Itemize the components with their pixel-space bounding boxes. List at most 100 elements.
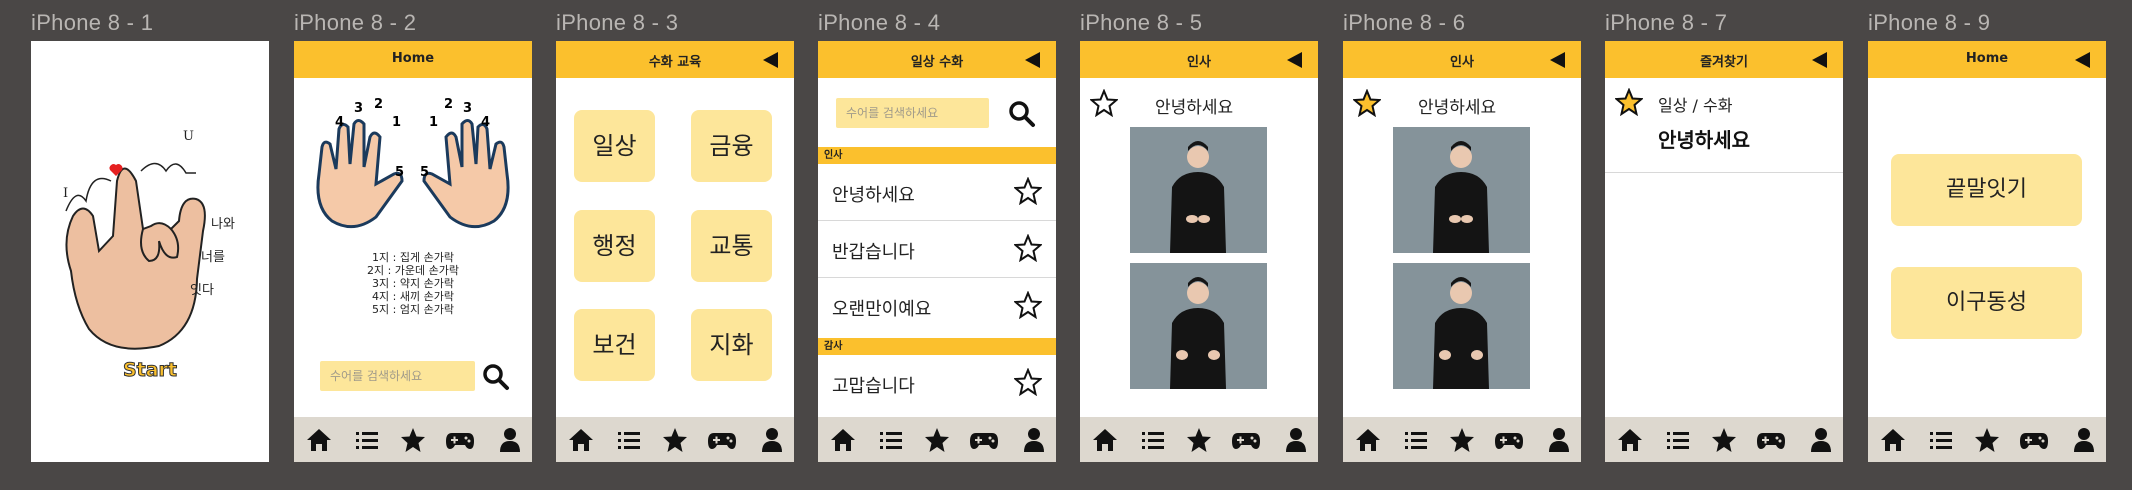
tagline-3: 잇다 [190,283,214,298]
letter-i: I [63,186,69,201]
bottom-nav [294,417,532,462]
bottom-nav [1343,417,1581,462]
home-icon[interactable] [1880,427,1906,453]
home-icon[interactable] [568,427,594,453]
bottom-nav [1080,417,1318,462]
list-item-label: 반갑습니다 [832,242,915,263]
star-outline-icon[interactable] [1014,234,1042,262]
favorite-item[interactable]: 일상 / 수화 안녕하세요 [1605,78,1843,173]
letter-u: U [183,129,194,144]
star-filled-icon[interactable] [1615,88,1643,116]
list-icon[interactable] [1928,427,1954,453]
list-icon[interactable] [1403,427,1429,453]
signer-figure [1433,277,1489,389]
favorite-category: 일상 / 수화 [1658,96,1733,115]
list-icon[interactable] [878,427,904,453]
frame-label: iPhone 8 - 2 [294,10,417,35]
back-arrow-icon[interactable] [1287,52,1302,68]
user-icon[interactable] [761,427,783,453]
home-icon[interactable] [830,427,856,453]
sign-video-frame[interactable] [1393,263,1530,389]
star-outline-icon[interactable] [1014,291,1042,319]
list-icon[interactable] [1140,427,1166,453]
list-item[interactable]: 반갑습니다 [818,221,1056,278]
signer-figure [1170,141,1226,253]
back-arrow-icon[interactable] [763,52,778,68]
star-filled-icon[interactable] [1353,89,1381,117]
search-icon[interactable] [482,363,510,391]
search-input[interactable]: 수어를 검색하세요 [320,361,475,391]
favorites-screen: 즐겨찾기 일상 / 수화 안녕하세요 [1605,41,1843,462]
list-item[interactable]: 고맙습니다 [818,355,1056,411]
gamepad-icon[interactable] [1231,427,1261,453]
list-icon[interactable] [354,427,380,453]
category-tile[interactable]: 금융 [691,110,772,182]
frame-label: iPhone 8 - 7 [1605,10,1728,35]
category-tile[interactable]: 교통 [691,210,772,282]
category-tile[interactable]: 지화 [691,309,772,381]
legend-line: 5지 : 엄지 손가락 [372,303,454,316]
list-icon[interactable] [616,427,642,453]
back-arrow-icon[interactable] [1025,52,1040,68]
back-arrow-icon[interactable] [1812,52,1827,68]
gamepad-icon[interactable] [1494,427,1524,453]
star-icon[interactable] [1711,427,1737,453]
star-icon[interactable] [1186,427,1212,453]
back-arrow-icon[interactable] [1550,52,1565,68]
star-icon[interactable] [662,427,688,453]
header: 수화 교육 [556,41,794,78]
search-input[interactable]: 수어를 검색하세요 [836,98,989,128]
category-tile[interactable]: 일상 [574,110,655,182]
star-outline-icon[interactable] [1090,89,1118,117]
legend-line: 4지 : 새끼 손가락 [372,290,454,303]
home-icon[interactable] [1617,427,1643,453]
search-icon[interactable] [1008,100,1036,128]
start-button[interactable]: Start [31,359,269,382]
gamepad-icon[interactable] [1756,427,1786,453]
bottom-nav [1868,417,2106,462]
home-icon[interactable] [1092,427,1118,453]
star-icon[interactable] [400,427,426,453]
sign-video-frame[interactable] [1130,127,1267,253]
star-icon[interactable] [1974,427,2000,453]
word-title: 안녕하세요 [1155,98,1234,118]
finger-legend: 1지 : 집게 손가락 2지 : 가운데 손가락 3지 : 약지 손가락 4지 … [294,251,532,316]
finger-number: 3 [354,101,364,116]
user-icon[interactable] [2073,427,2095,453]
list-item-label: 고맙습니다 [832,376,915,397]
user-icon[interactable] [499,427,521,453]
star-icon[interactable] [924,427,950,453]
home-icon[interactable] [1355,427,1381,453]
sign-video-frame[interactable] [1393,127,1530,253]
category-tile[interactable]: 행정 [574,210,655,282]
gamepad-icon[interactable] [707,427,737,453]
gamepad-icon[interactable] [445,427,475,453]
star-icon[interactable] [1449,427,1475,453]
legend-line: 1지 : 집게 손가락 [372,251,454,264]
home-icon[interactable] [306,427,332,453]
sign-video-frame[interactable] [1130,263,1267,389]
user-icon[interactable] [1810,427,1832,453]
unison-game-button[interactable]: 이구동성 [1891,267,2082,339]
category-tile[interactable]: 보건 [574,309,655,381]
section-header: 인사 [818,147,1056,164]
star-outline-icon[interactable] [1014,368,1042,396]
list-item[interactable]: 안녕하세요 [818,164,1056,221]
frame-label: iPhone 8 - 9 [1868,10,1991,35]
gamepad-icon[interactable] [2019,427,2049,453]
list-item[interactable]: 오랜만이예요 [818,278,1056,334]
back-arrow-icon[interactable] [2075,52,2090,68]
page-title: Home [1965,51,2009,66]
star-outline-icon[interactable] [1014,177,1042,205]
ily-hand-illustration [65,162,206,350]
word-chain-button[interactable]: 끝말잇기 [1891,154,2082,226]
finger-number: 4 [335,115,345,130]
bottom-nav [556,417,794,462]
user-icon[interactable] [1023,427,1045,453]
gamepad-icon[interactable] [969,427,999,453]
sign-detail-screen-favorited: 인사 안녕하세요 [1343,41,1581,462]
user-icon[interactable] [1548,427,1570,453]
user-icon[interactable] [1285,427,1307,453]
list-icon[interactable] [1665,427,1691,453]
tagline-2: 너를 [201,250,225,265]
